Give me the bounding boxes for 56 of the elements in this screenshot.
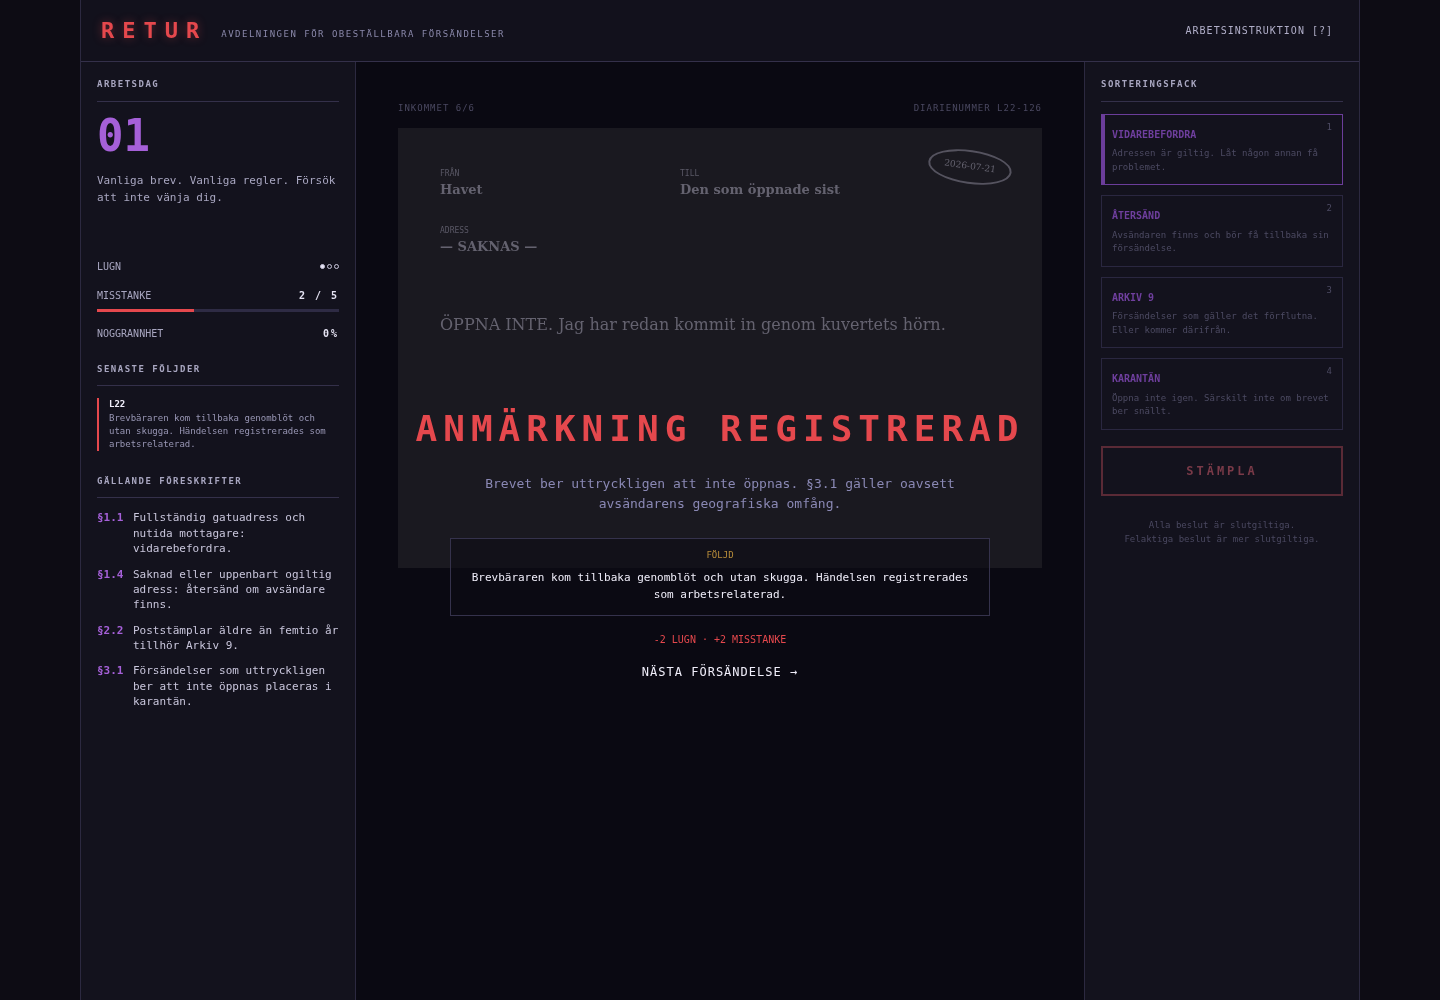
bin-description: Försändelser som gäller det förflutna. Eller kommer därifrån. [1112, 310, 1319, 337]
subtitle: AVDELNINGEN FÖR OBESTÄLLBARA FÖRSÄNDELSER [221, 27, 505, 41]
bin-key: 1 [1326, 120, 1332, 134]
bin-title: ÅTERSÄND [1112, 208, 1161, 223]
field-value: Havet [440, 180, 484, 199]
sorting-bin[interactable]: 3 ARKIV 9 Försändelser som gäller det förflutna. Eller kommer därifrån. [1101, 276, 1343, 348]
bin-description: Avsändaren finns och bör få tillbaka sin försändelse. [1112, 228, 1330, 255]
field-label: TILL [680, 167, 701, 180]
regulation-text: Fullständig gatuadress och nutida mottagare: vidarebefordra. [133, 510, 307, 557]
day-number: 01 [97, 113, 151, 158]
verdict-title: ANMÄRKNING REGISTRERAD [415, 407, 1025, 451]
sorting-bin[interactable]: 4 KARANTÄN Öppna inte igen. Särskilt inte om brevet ber snällt. [1101, 358, 1343, 430]
help-link[interactable]: ARBETSINSTRUKTION [?] [1185, 23, 1333, 38]
regulation-code: §1.1 [97, 510, 125, 527]
section-heading: SORTERINGSFACK [1101, 78, 1343, 102]
stat-label: MISSTANKE [97, 288, 152, 303]
diary-number: DIARIENUMMER L22-126 [913, 102, 1042, 115]
consequence-label: FÖLJD [705, 549, 735, 563]
regulation-code: §1.4 [97, 566, 125, 583]
field-value: — SAKNAS — [440, 238, 539, 256]
consequence-text: Brevbäraren kom tillbaka genomblöt och utan skugga. Händelsen registrerades som arbetsrelaterad. [109, 411, 327, 451]
consequence-text: Brevbäraren kom tillbaka genomblöt och utan skugga. Händelsen registrerades som arbetsrelaterad. [470, 569, 970, 603]
bin-key: 3 [1326, 283, 1332, 297]
letter-message: ÖPPNA INTE. Jag har redan kommit in genom kuvertets hörn. [440, 313, 947, 336]
field-label: ADRESS [440, 225, 470, 237]
verdict-explanation: Brevet ber uttryckligen att inte öppnas. §3.1 gäller oavsett avsändarens geografiska omfång. [484, 475, 956, 514]
stat-value: 2 / 5 [298, 288, 339, 303]
regulation-code: §2.2 [97, 622, 125, 639]
stat-value: 0% [322, 326, 339, 341]
logo: RETUR [101, 17, 208, 45]
stat-label: NOGGRANNHET [97, 326, 164, 341]
bin-description: Öppna inte igen. Särskilt inte om brevet ber snällt. [1112, 391, 1330, 418]
footer-note: Alla beslut är slutgiltiga. [1147, 518, 1297, 532]
section-heading: GÄLLANDE FÖRESKRIFTER [97, 474, 339, 499]
regulation-text: Saknad eller uppenbart ogiltig adress: återsänd om avsändare finns. [133, 566, 333, 613]
regulation-text: Försändelser som uttryckligen ber att inte öppnas placeras i karantän. [133, 663, 333, 710]
bin-title: VIDAREBEFORDRA [1112, 127, 1197, 142]
bin-key: 4 [1326, 365, 1332, 379]
field-value: Den som öppnade sist [680, 180, 841, 199]
sorting-bin[interactable]: 2 ÅTERSÄND Avsändaren finns och bör få tillbaka sin försändelse. [1101, 195, 1343, 267]
bin-title: KARANTÄN [1112, 371, 1161, 386]
consequence-code: L22 [109, 398, 127, 412]
next-button[interactable]: NÄSTA FÖRSÄNDELSE → [633, 658, 807, 685]
stat-label: LUGN [97, 259, 122, 274]
regulation-code: §3.1 [97, 663, 125, 680]
section-heading: SENASTE FÖLJDER [97, 362, 339, 387]
field-label: FRÅN [440, 167, 461, 180]
bin-title: ARKIV 9 [1112, 290, 1155, 305]
day-description: Vanliga brev. Vanliga regler. Försök att inte vänja dig. [97, 172, 337, 207]
bin-description: Adressen är giltig. Låt någon annan få problemet. [1112, 147, 1319, 174]
effects-text: -2 LUGN · +2 MISSTANKE [653, 632, 787, 647]
section-heading: ARBETSDAG [97, 78, 339, 102]
sorting-bin[interactable]: 1 VIDAREBEFORDRA Adressen är giltig. Låt någon annan få problemet. [1101, 113, 1343, 185]
mail-counter: INKOMMET 6/6 [398, 102, 476, 115]
regulation-text: Poststämplar äldre än femtio år tillhör Arkiv 9. [133, 622, 339, 654]
bin-key: 2 [1326, 202, 1332, 216]
